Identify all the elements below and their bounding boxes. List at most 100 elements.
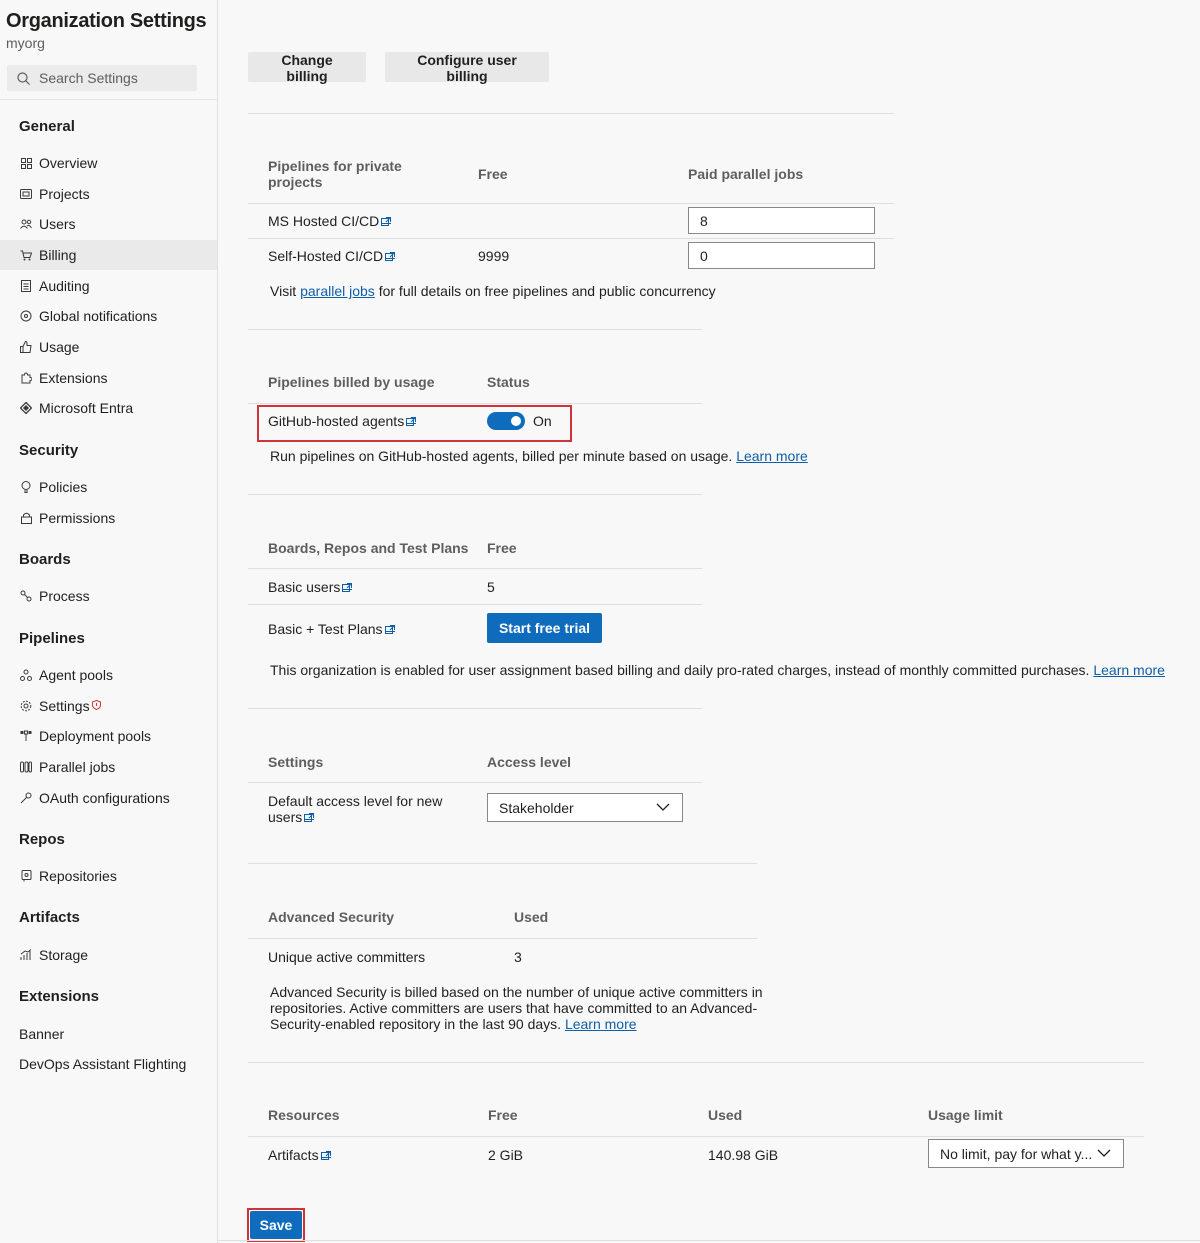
table-row-basic-users[interactable]: Basic users: [268, 579, 353, 595]
external-link-icon[interactable]: [385, 249, 396, 261]
sidebar-item-permissions[interactable]: Permissions: [0, 503, 217, 533]
basic-test-plans-link[interactable]: Basic + Test Plans: [268, 621, 383, 637]
search-box[interactable]: [7, 65, 197, 91]
section-general: General: [19, 118, 75, 135]
sidebar-item-oauth-configurations[interactable]: OAuth configurations: [0, 783, 217, 813]
sidebar-item-label: Deployment pools: [39, 728, 152, 744]
configure-user-billing-button[interactable]: Configure user billing: [385, 52, 549, 84]
sidebar: Organization Settings myorg General Over…: [0, 0, 218, 1243]
sidebar-item-global-notifications[interactable]: Global notifications: [0, 301, 217, 331]
table-row-default-access[interactable]: Default access level for new users: [268, 793, 442, 825]
basic-users-link[interactable]: Basic users: [268, 579, 340, 595]
sidebar-item-auditing[interactable]: Auditing: [0, 271, 217, 301]
artifacts-link[interactable]: Artifacts: [268, 1147, 319, 1163]
note-text: Visit: [270, 283, 301, 299]
col-header-status: Status: [487, 374, 530, 390]
default-access-link[interactable]: users: [268, 809, 302, 825]
section-pipelines: Pipelines: [19, 630, 85, 647]
note-text: Advanced Security is billed based on the…: [270, 984, 763, 1000]
search-icon: [17, 71, 30, 85]
row-divider: [248, 203, 894, 204]
external-link-icon[interactable]: [384, 622, 395, 634]
col-header-usage-limit: Usage limit: [928, 1107, 1003, 1123]
github-agents-toggle[interactable]: [487, 412, 525, 430]
table-row-basic-test-plans[interactable]: Basic + Test Plans: [268, 621, 395, 637]
table-row-artifacts[interactable]: Artifacts: [268, 1147, 331, 1163]
sidebar-item-label: OAuth configurations: [39, 790, 170, 806]
github-hosted-agents-link[interactable]: GitHub-hosted agents: [268, 413, 404, 429]
ms-hosted-paid-jobs-input[interactable]: [688, 207, 875, 234]
artifacts-free-value: 2 GiB: [488, 1147, 524, 1163]
table-row-ms-hosted[interactable]: MS Hosted CI/CD: [268, 213, 392, 229]
section-divider: [248, 494, 702, 495]
deployment-pools-icon: [20, 730, 32, 742]
sidebar-item-label: Permissions: [39, 510, 116, 526]
sidebar-item-repositories[interactable]: Repositories: [0, 861, 217, 891]
sidebar-item-deployment-pools[interactable]: Deployment pools: [0, 721, 217, 751]
access-level-dropdown[interactable]: Stakeholder: [487, 793, 683, 822]
external-link-icon[interactable]: [381, 214, 392, 226]
sidebar-item-parallel-jobs[interactable]: Parallel jobs: [0, 752, 217, 782]
save-button[interactable]: Save: [250, 1211, 302, 1239]
external-link-icon[interactable]: [406, 414, 417, 426]
col-header-free: Free: [488, 1107, 518, 1123]
lightbulb-icon: [20, 481, 32, 493]
section-boards: Boards: [19, 551, 71, 568]
chevron-down-icon: [1097, 1149, 1111, 1157]
sidebar-item-banner[interactable]: Banner: [0, 1019, 217, 1049]
row-divider: [248, 1136, 1144, 1137]
sidebar-item-users[interactable]: Users: [0, 209, 217, 239]
sidebar-item-usage[interactable]: Usage: [0, 332, 217, 362]
row-divider: [248, 604, 702, 605]
self-hosted-link[interactable]: Self-Hosted CI/CD: [268, 248, 383, 264]
section-repos: Repos: [19, 831, 65, 848]
usage-limit-dropdown[interactable]: No limit, pay for what y...: [928, 1139, 1124, 1168]
parallel-bars-icon: [20, 761, 32, 773]
sidebar-item-policies[interactable]: Policies: [0, 472, 217, 502]
search-input[interactable]: [39, 70, 179, 86]
external-link-icon[interactable]: [320, 1148, 331, 1160]
sidebar-item-agent-pools[interactable]: Agent pools: [0, 660, 217, 690]
section-divider: [248, 863, 757, 864]
sidebar-item-label: Auditing: [39, 278, 90, 294]
sidebar-item-extensions[interactable]: Extensions: [0, 363, 217, 393]
section-security: Security: [19, 442, 79, 459]
table-row-github-hosted[interactable]: GitHub-hosted agents: [268, 413, 417, 429]
sidebar-item-label: Billing: [39, 247, 77, 263]
learn-more-link[interactable]: Learn more: [565, 1016, 637, 1032]
repo-icon: [20, 870, 32, 882]
sidebar-item-devops-assistant-flighting[interactable]: DevOps Assistant Flighting: [0, 1049, 217, 1079]
learn-more-link[interactable]: Learn more: [736, 448, 808, 464]
table-row-self-hosted[interactable]: Self-Hosted CI/CD: [268, 248, 396, 264]
sidebar-item-projects[interactable]: Projects: [0, 179, 217, 209]
external-link-icon[interactable]: [304, 810, 315, 822]
self-hosted-paid-jobs-input[interactable]: [688, 242, 875, 269]
sidebar-item-process[interactable]: Process: [0, 581, 217, 611]
sidebar-item-billing[interactable]: Billing: [0, 240, 217, 270]
sidebar-item-settings[interactable]: Settings: [0, 691, 217, 721]
default-access-label: Default access level for new: [268, 793, 443, 809]
ms-hosted-link[interactable]: MS Hosted CI/CD: [268, 213, 379, 229]
org-name: myorg: [6, 35, 45, 51]
gear-icon: [20, 700, 32, 712]
parallel-jobs-link[interactable]: parallel jobs: [300, 283, 375, 299]
sidebar-item-label: Agent pools: [39, 667, 113, 683]
external-link-icon[interactable]: [342, 580, 353, 592]
users-icon: [20, 218, 32, 230]
self-hosted-free-value: 9999: [478, 248, 510, 264]
sidebar-item-storage[interactable]: Storage: [0, 940, 217, 970]
start-free-trial-button[interactable]: Start free trial: [487, 613, 602, 643]
col-header-free: Free: [478, 166, 508, 182]
sidebar-item-microsoft-entra[interactable]: Microsoft Entra: [0, 393, 217, 423]
change-billing-button[interactable]: Change billing: [248, 52, 366, 84]
col-header-pipelines-private: Pipelines for private projects: [268, 158, 402, 190]
sidebar-item-overview[interactable]: Overview: [0, 148, 217, 178]
document-icon: [20, 280, 32, 292]
col-header-pipelines-usage: Pipelines billed by usage: [268, 374, 435, 390]
learn-more-link[interactable]: Learn more: [1093, 662, 1165, 678]
sidebar-item-label: Overview: [39, 155, 98, 171]
note-text: This organization is enabled for user as…: [270, 662, 1094, 678]
process-icon: [20, 590, 32, 602]
unique-committers-value: 3: [514, 949, 522, 965]
artifacts-used-value: 140.98 GiB: [708, 1147, 779, 1163]
